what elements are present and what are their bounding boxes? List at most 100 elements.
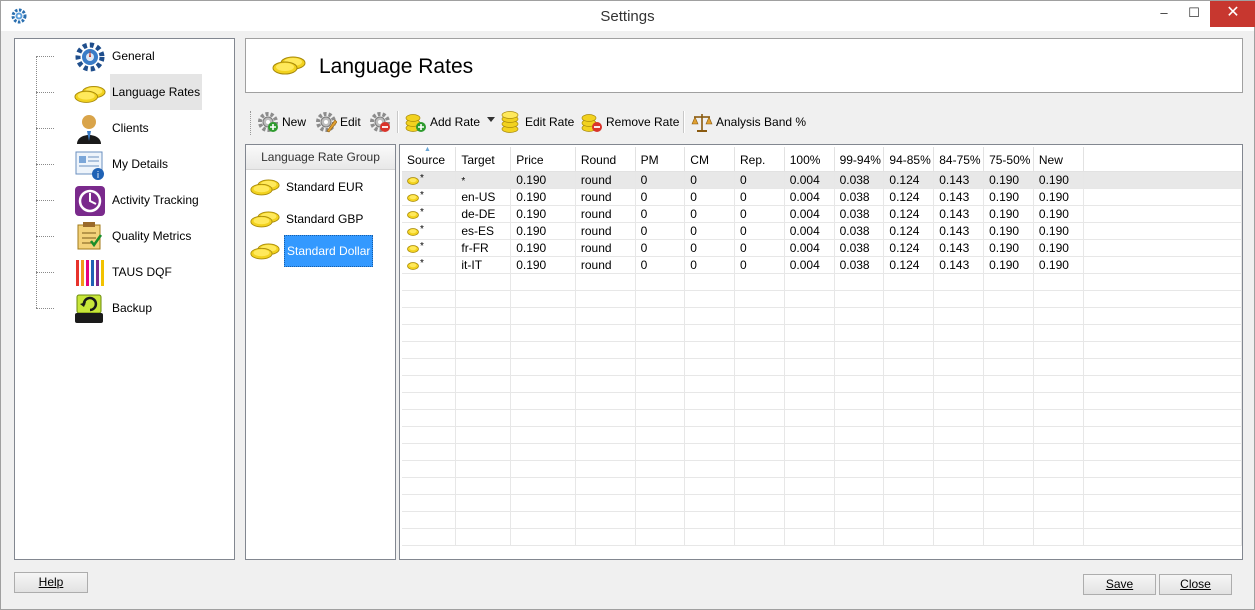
help-button[interactable]: Help (14, 572, 88, 593)
empty-cell (933, 511, 985, 529)
cell-value: 0.190 (516, 189, 547, 204)
column-header[interactable]: Price (510, 147, 576, 172)
empty-cell (402, 494, 457, 512)
tree-item-activity-tracking[interactable]: Activity Tracking (36, 183, 236, 217)
cell-value: 0 (739, 172, 747, 187)
empty-cell (933, 494, 985, 512)
cell-value: * (461, 175, 466, 187)
empty-cell (834, 358, 885, 376)
coins-icon (250, 243, 280, 260)
rate-group-standard-eur[interactable]: Standard EUR (250, 172, 365, 202)
empty-cell (575, 511, 636, 529)
table-row[interactable]: * * 0.190 round 0 0 0 0.004 0.038 0.124 0.143 0.190… (402, 171, 1242, 189)
coins-add-icon (405, 114, 426, 132)
empty-cell (784, 528, 835, 546)
cell-value: round (580, 257, 612, 272)
tree-item-quality-metrics[interactable]: Quality Metrics (36, 219, 236, 253)
column-header[interactable]: 99-94% (834, 147, 885, 172)
cell-value: 0 (690, 172, 697, 187)
empty-cell (402, 409, 457, 427)
rate-group-standard-dollar[interactable]: Standard Dollar (250, 235, 374, 267)
empty-cell (933, 358, 985, 376)
edit-group-button[interactable]: Edit (313, 109, 363, 135)
empty-row (402, 443, 1242, 461)
table-cell: es-ES (455, 222, 512, 240)
column-header[interactable]: Source ▲ (402, 146, 457, 172)
edit-rate-button[interactable]: Edit Rate (498, 109, 576, 135)
remove-rate-button[interactable]: Remove Rate (579, 109, 681, 135)
empty-cell (933, 290, 985, 308)
new-group-button[interactable]: New (255, 109, 308, 135)
column-header[interactable]: Rep. (734, 147, 785, 172)
empty-cell (734, 290, 785, 308)
empty-cell (933, 375, 985, 393)
column-header[interactable]: New (1033, 147, 1084, 172)
column-header[interactable]: 100% (784, 147, 835, 172)
column-header[interactable]: Target (455, 147, 512, 172)
save-button[interactable]: Save (1083, 574, 1156, 595)
empty-cell (510, 324, 576, 342)
tree-item-taus-dqf[interactable]: TAUS DQF (36, 255, 236, 289)
empty-cell (784, 477, 835, 495)
tree-item-my-details[interactable]: i My Details (36, 147, 236, 181)
empty-cell (933, 273, 985, 291)
table-cell: 0.004 (784, 205, 835, 223)
empty-cell (933, 443, 985, 461)
table-cell: round (575, 188, 636, 206)
empty-cell (455, 290, 512, 308)
column-header[interactable]: 75-50% (983, 147, 1034, 172)
table-row[interactable]: * fr-FR 0.190 round 0 0 0 0.004 0.038 0.124 0.143 0… (402, 239, 1242, 257)
cell-value: 0 (739, 240, 747, 255)
column-header[interactable]: 94-85% (883, 147, 935, 172)
empty-cell (983, 341, 1034, 359)
empty-cell (402, 511, 457, 529)
empty-cell (734, 375, 785, 393)
cell-value: 0.190 (989, 257, 1020, 272)
gear-add-icon (258, 112, 278, 132)
empty-cell (784, 443, 835, 461)
empty-cell (575, 409, 636, 427)
table-cell: 0.190 (983, 239, 1034, 257)
empty-cell (402, 324, 457, 342)
maximize-button[interactable]: ☐ (1177, 1, 1211, 27)
table-cell: 0.190 (510, 222, 576, 240)
empty-cell (635, 307, 686, 325)
close-window-button[interactable]: ✕ (1210, 1, 1255, 27)
table-cell: 0 (684, 205, 735, 223)
table-cell: 0.190 (1033, 171, 1084, 189)
empty-cell (402, 273, 457, 291)
empty-cell (784, 511, 835, 529)
column-header[interactable]: CM (684, 147, 735, 172)
empty-cell (1033, 511, 1084, 529)
analysis-band-button[interactable]: Analysis Band % (689, 109, 808, 135)
table-row[interactable]: * it-IT 0.190 round 0 0 0 0.004 0.038 0.124 0.143 0… (402, 256, 1242, 274)
rate-group-standard-gbp[interactable]: Standard GBP (250, 204, 365, 234)
cell-value: 0 (690, 206, 697, 221)
column-header[interactable]: PM (635, 147, 686, 172)
column-header[interactable]: Round (575, 147, 636, 172)
tree-item-backup[interactable]: Backup (36, 291, 236, 325)
empty-cell (510, 443, 576, 461)
tree-item-clients[interactable]: Clients (36, 111, 236, 145)
minimize-button[interactable]: ‒ (1147, 1, 1181, 27)
close-button[interactable]: Close (1159, 574, 1232, 595)
table-row[interactable]: * en-US 0.190 round 0 0 0 0.004 0.038 0.124 0.143 0… (402, 188, 1242, 206)
title-bar: Settings ‒ ☐ ✕ (1, 1, 1255, 31)
add-rate-button[interactable]: Add Rate (403, 109, 482, 135)
table-row[interactable]: * de-DE 0.190 round 0 0 0 0.004 0.038 0.124 0.143 0… (402, 205, 1242, 223)
empty-cell (1083, 477, 1242, 495)
tree-item-language-rates[interactable]: Language Rates (36, 74, 236, 110)
table-cell: 0.124 (883, 171, 935, 189)
empty-cell (402, 392, 457, 410)
empty-cell (834, 460, 885, 478)
empty-cell (575, 460, 636, 478)
empty-cell (784, 341, 835, 359)
table-row[interactable]: * es-ES 0.190 round 0 0 0 0.004 0.038 0.124 0.143 0… (402, 222, 1242, 240)
add-rate-dropdown-icon[interactable] (487, 117, 495, 122)
empty-cell (734, 511, 785, 529)
cell-value: 0.190 (989, 223, 1020, 238)
column-header[interactable]: 84-75% (933, 147, 985, 172)
edit-rate-label: Edit Rate (525, 115, 575, 129)
delete-group-button[interactable] (367, 109, 393, 135)
tree-item-general[interactable]: General (36, 39, 236, 73)
